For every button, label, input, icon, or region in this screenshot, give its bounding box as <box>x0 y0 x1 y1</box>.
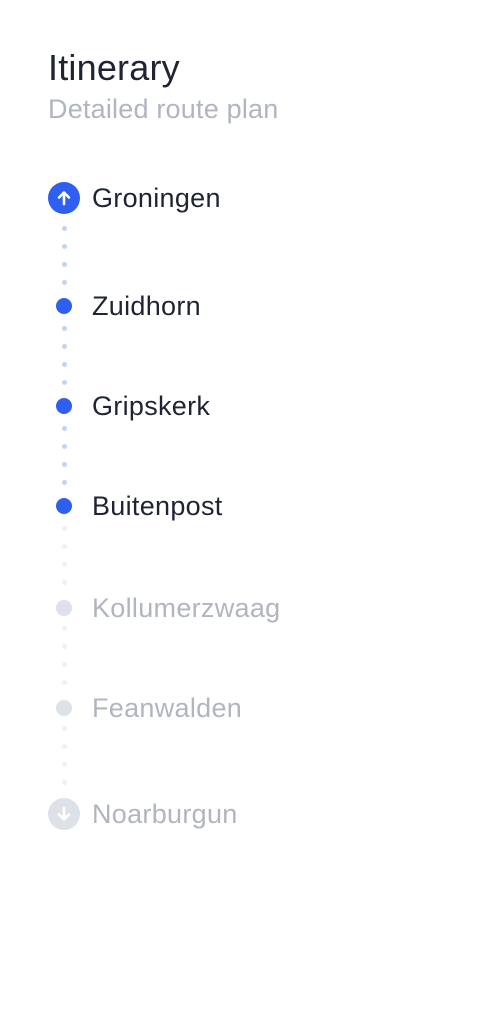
stop-label: Gripskerk <box>92 391 211 421</box>
end-marker <box>48 798 80 830</box>
stop-label: Zuidhorn <box>92 291 201 321</box>
stop-marker <box>48 490 80 522</box>
stop-marker <box>48 692 80 724</box>
dot-icon <box>56 600 72 616</box>
dot-icon <box>56 298 72 314</box>
stop-label: Buitenpost <box>92 491 223 521</box>
stop-label: Feanwalden <box>92 693 243 723</box>
stop-label: Noarburgun <box>92 799 238 829</box>
connector-1 <box>61 222 67 292</box>
connector-5 <box>61 622 67 692</box>
connector-4 <box>61 522 67 592</box>
stop-marker <box>48 390 80 422</box>
dot-icon <box>56 398 72 414</box>
dot-icon <box>56 498 72 514</box>
stop-label: Kollumerzwaag <box>92 593 281 623</box>
connector-2 <box>61 322 67 392</box>
stop-groningen[interactable]: Groningen <box>48 180 221 216</box>
stop-noarburgun[interactable]: Noarburgun <box>48 796 238 832</box>
route-timeline: Groningen Zuidhorn Gripskerk Buitenpost … <box>48 0 468 1012</box>
start-marker <box>48 182 80 214</box>
connector-3 <box>61 422 67 492</box>
arrow-down-icon <box>48 798 80 830</box>
stop-marker <box>48 290 80 322</box>
stop-zuidhorn[interactable]: Zuidhorn <box>48 288 201 324</box>
dot-icon <box>56 700 72 716</box>
stop-kollumerzwaag[interactable]: Kollumerzwaag <box>48 590 280 626</box>
stop-feanwalden[interactable]: Feanwalden <box>48 690 242 726</box>
stop-marker <box>48 592 80 624</box>
stop-gripskerk[interactable]: Gripskerk <box>48 388 210 424</box>
stop-buitenpost[interactable]: Buitenpost <box>48 488 223 524</box>
connector-6 <box>61 722 67 792</box>
arrow-up-icon <box>48 182 80 214</box>
stop-label: Groningen <box>92 183 221 213</box>
